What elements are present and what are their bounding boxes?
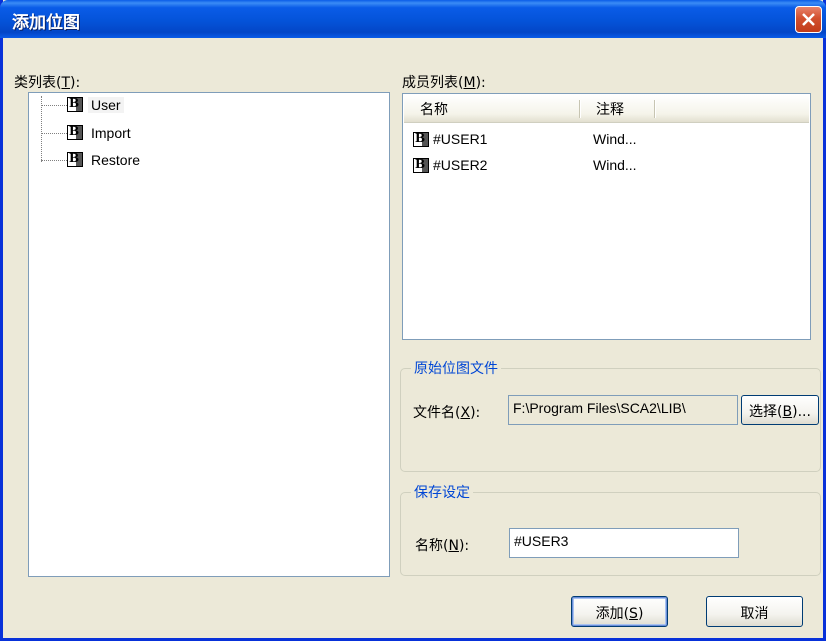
name-input[interactable]: #USER3	[509, 528, 739, 558]
browse-accel: B	[782, 404, 793, 420]
class-list-label-text: 类列表	[14, 75, 56, 91]
filename-field[interactable]: F:\Program Files\SCA2\LIB\	[508, 395, 738, 425]
tree-item-restore[interactable]: B Restore	[67, 151, 187, 172]
add-accel: S	[629, 606, 638, 622]
add-label: 添加	[595, 606, 624, 622]
member-list-label-text: 成员列表	[402, 75, 458, 91]
tree-item-import[interactable]: B Import	[67, 124, 187, 145]
tree-item-label: Restore	[91, 152, 141, 168]
add-button[interactable]: 添加(S)	[571, 596, 668, 627]
filename-label-text: 文件名	[413, 405, 455, 421]
member-list-view[interactable]: 名称 注释 B #USER1 Wind... B #USER2 Wind...	[402, 93, 811, 340]
window-title: 添加位图	[12, 13, 80, 33]
column-divider[interactable]	[579, 100, 581, 118]
bitmap-b-icon: B	[413, 131, 429, 147]
close-icon	[802, 13, 815, 26]
tree-item-user[interactable]: B User	[67, 96, 187, 117]
tree-line	[41, 133, 67, 134]
bitmap-b-icon: B	[67, 151, 83, 167]
member-list-accel: M	[463, 75, 476, 91]
list-item[interactable]: B #USER2 Wind...	[412, 157, 802, 179]
bitmap-b-icon: B	[413, 157, 429, 173]
filename-accel: X	[460, 405, 471, 421]
item-name: #USER2	[433, 157, 488, 173]
filename-label: 文件名(X):	[413, 405, 481, 421]
browse-button[interactable]: 选择(B)...	[741, 395, 819, 425]
cancel-button[interactable]: 取消	[706, 596, 803, 627]
tree-line	[41, 105, 67, 106]
name-accel: N	[448, 538, 459, 554]
item-comment: Wind...	[593, 157, 637, 173]
close-button[interactable]	[795, 6, 822, 33]
list-header: 名称 注释	[404, 95, 809, 123]
source-bitmap-group-title: 原始位图文件	[411, 358, 501, 378]
item-name: #USER1	[433, 131, 488, 147]
column-divider[interactable]	[654, 100, 656, 118]
class-tree[interactable]: B User B Import B Restore	[28, 92, 390, 577]
list-item[interactable]: B #USER1 Wind...	[412, 131, 802, 153]
title-bar[interactable]: 添加位图	[0, 0, 826, 38]
member-list-label: 成员列表(M):	[402, 75, 486, 91]
tree-item-label: User	[88, 97, 124, 113]
column-header-comment[interactable]: 注释	[596, 99, 624, 119]
tree-item-label: Import	[91, 125, 131, 141]
bitmap-b-icon: B	[67, 124, 83, 140]
column-header-name[interactable]: 名称	[420, 99, 448, 119]
bitmap-b-icon: B	[67, 96, 83, 112]
name-label: 名称(N):	[415, 538, 470, 554]
save-settings-group-title: 保存设定	[411, 482, 473, 502]
browse-label: 选择	[749, 404, 778, 420]
class-list-label: 类列表(T):	[14, 75, 81, 91]
item-comment: Wind...	[593, 131, 637, 147]
class-list-accel: T	[61, 75, 71, 91]
tree-line	[41, 160, 67, 161]
name-label-text: 名称	[415, 538, 443, 554]
